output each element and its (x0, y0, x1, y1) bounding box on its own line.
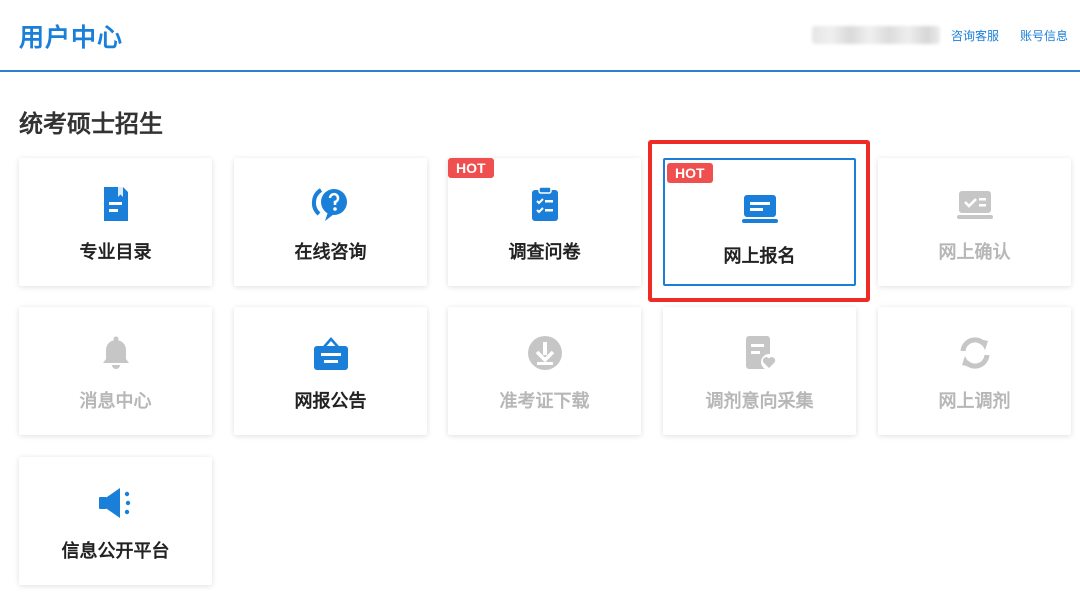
account-info-link[interactable]: 账号信息 (1020, 27, 1068, 44)
card-info-disclosure-platform[interactable]: 信息公开平台 (19, 457, 212, 585)
card-online-adjustment[interactable]: 网上调剂 (878, 307, 1071, 435)
refresh-arrows-icon (955, 333, 995, 373)
card-adjustment-intention[interactable]: 调剂意向采集 (663, 307, 856, 435)
card-label: 网上报名 (723, 246, 796, 267)
card-message-center[interactable]: 消息中心 (19, 307, 212, 435)
bell-icon (96, 333, 136, 373)
section-title: 统考硕士招生 (19, 110, 163, 138)
card-online-consult[interactable]: 在线咨询 (234, 158, 427, 286)
card-survey[interactable]: HOT 调查问卷 (448, 158, 641, 286)
card-admission-ticket-download[interactable]: 准考证下载 (448, 307, 641, 435)
card-label: 网上确认 (938, 242, 1011, 263)
blurred-username (812, 26, 940, 44)
card-label: 调查问卷 (508, 242, 581, 263)
card-label: 信息公开平台 (61, 541, 170, 562)
card-label: 专业目录 (79, 242, 152, 263)
card-label: 调剂意向采集 (705, 391, 814, 412)
download-circle-icon (525, 333, 565, 373)
card-online-confirm[interactable]: 网上确认 (878, 158, 1071, 286)
card-label: 在线咨询 (294, 242, 367, 263)
megaphone-icon (96, 483, 136, 523)
notice-bag-icon (311, 333, 351, 373)
card-major-catalog[interactable]: 专业目录 (19, 158, 212, 286)
brand-title: 用户中心 (19, 23, 124, 52)
card-online-registration[interactable]: HOT 网上报名 (663, 158, 856, 286)
hot-badge: HOT (448, 158, 494, 178)
question-bubble-icon (311, 184, 351, 224)
top-header: 用户中心 咨询客服 账号信息 (0, 0, 1080, 72)
consult-service-link[interactable]: 咨询客服 (951, 27, 999, 44)
laptop-form-icon (740, 188, 780, 228)
card-registration-notice[interactable]: 网报公告 (234, 307, 427, 435)
card-label: 网上调剂 (938, 391, 1011, 412)
document-bookmark-icon (96, 184, 136, 224)
hot-badge: HOT (667, 163, 713, 183)
id-card-check-icon (955, 184, 995, 224)
card-label: 准考证下载 (499, 391, 590, 412)
clipboard-checklist-icon (525, 184, 565, 224)
card-label: 网报公告 (294, 391, 367, 412)
document-heart-icon (740, 333, 780, 373)
card-label: 消息中心 (79, 391, 152, 412)
